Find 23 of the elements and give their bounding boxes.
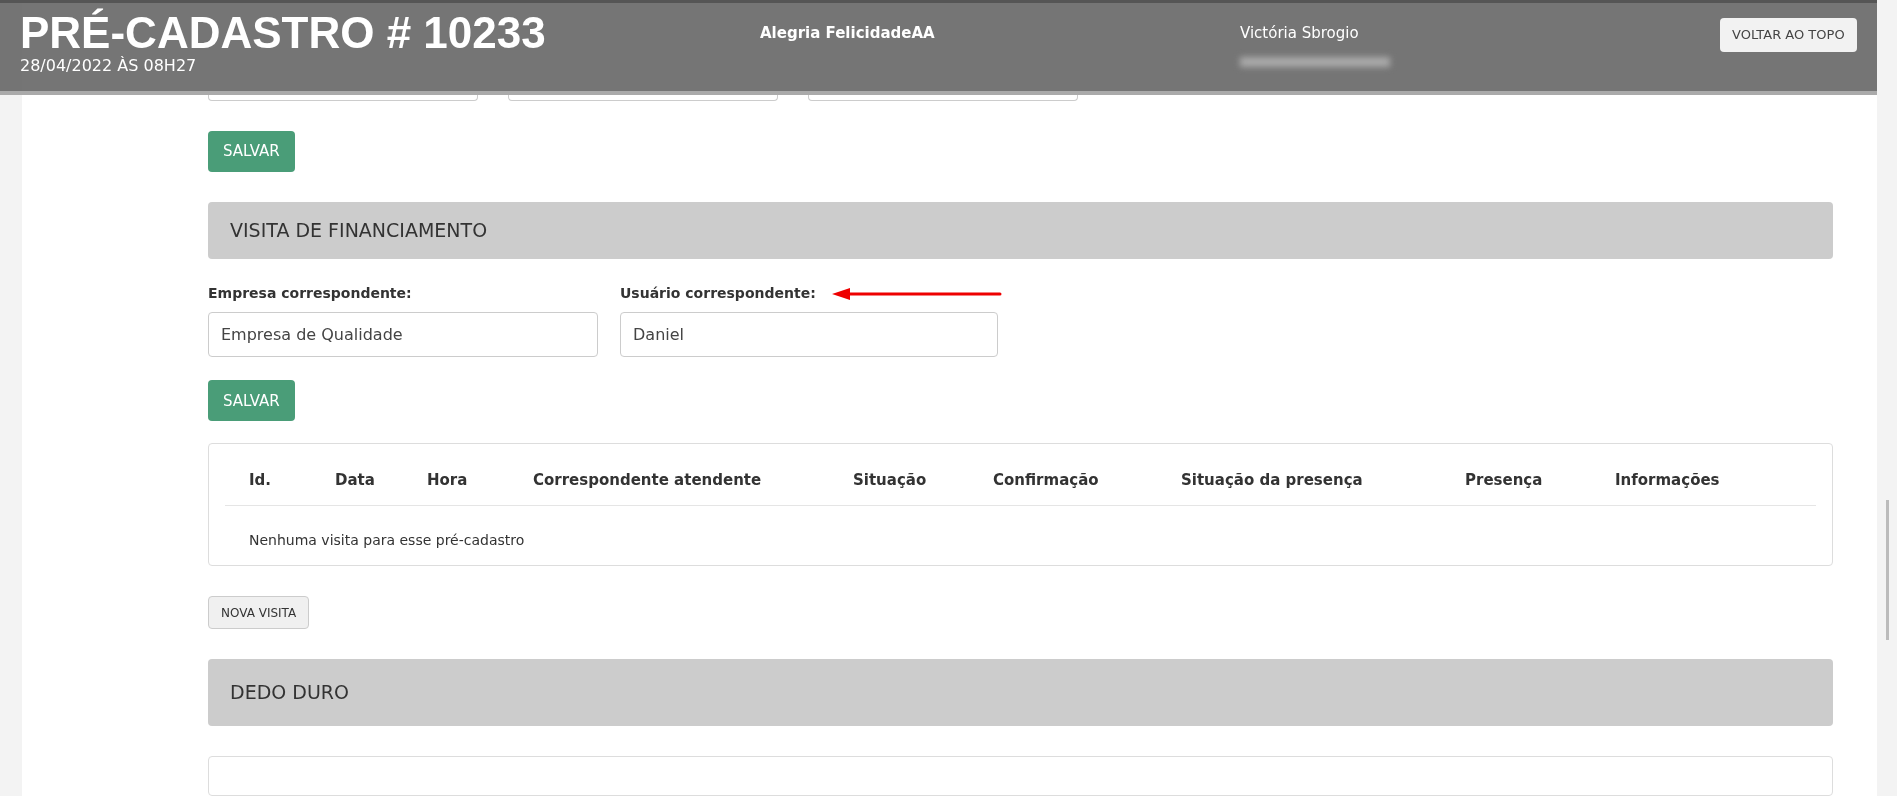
section-header: DEDO DURO — [208, 659, 1833, 726]
back-to-top-button[interactable]: VOLTAR AO TOPO — [1720, 18, 1857, 52]
page-title: PRÉ-CADASTRO # 10233 — [20, 9, 547, 57]
column-header: Data — [334, 469, 376, 491]
column-header: Informações — [1614, 469, 1721, 491]
column-header: Presença — [1464, 469, 1544, 491]
column-header: Situação — [852, 469, 928, 491]
new-visit-button[interactable]: NOVA VISITA — [208, 596, 310, 629]
date-text: 28/04/2022 ÀS 08H27 — [20, 57, 198, 75]
column-header: Id. — [248, 469, 273, 491]
field-label: Empresa correspondente: — [208, 284, 412, 304]
column-header: Hora — [426, 469, 469, 491]
empty-message: Nenhuma visita para esse pré-cadastro — [249, 532, 525, 549]
arrow-icon — [831, 286, 1002, 301]
section-header: VISITA DE FINANCIAMENTO — [208, 202, 1833, 260]
field-label: Usuário correspondente: — [620, 284, 816, 304]
input-field[interactable]: Daniel — [620, 312, 998, 358]
column-header: Confirmação — [992, 469, 1100, 491]
user-name: Victória Sbrogio — [1240, 23, 1360, 44]
column-header: Correspondente atendente — [532, 469, 763, 491]
input-field[interactable]: Empresa de Qualidade — [208, 312, 598, 358]
client-name: Alegria FelicidadeAA — [760, 23, 936, 44]
column-header: Situação da presença — [1180, 469, 1364, 491]
